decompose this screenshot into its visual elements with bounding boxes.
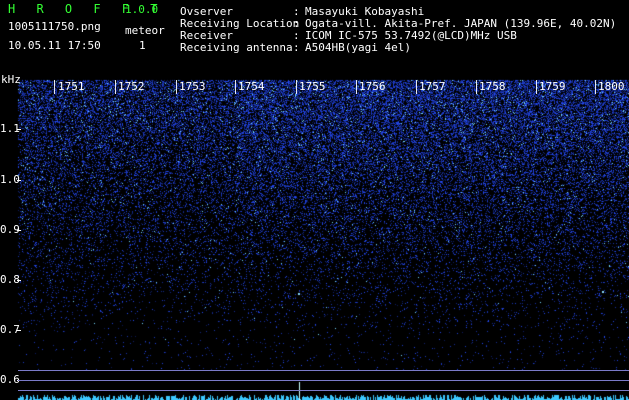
- freq-tick: [17, 230, 21, 231]
- time-label-1759: 1759: [539, 80, 566, 93]
- freq-tick: [17, 280, 21, 281]
- time-tick: [115, 80, 116, 94]
- time-label-1758: 1758: [479, 80, 506, 93]
- file-name: 1005111750.png: [8, 20, 101, 33]
- meteor-count: 1: [139, 39, 146, 52]
- time-label-1757: 1757: [419, 80, 446, 93]
- freq-unit-label: kHz: [1, 73, 21, 86]
- time-label-1756: 1756: [359, 80, 386, 93]
- time-label-1751: 1751: [58, 80, 85, 93]
- time-tick: [476, 80, 477, 94]
- antenna-separator: :: [293, 41, 300, 54]
- antenna-value: A504HB(yagi 4el): [305, 41, 411, 54]
- time-label-1752: 1752: [118, 80, 145, 93]
- time-tick: [176, 80, 177, 94]
- reference-line-lower: [18, 390, 629, 391]
- app-version: 1.0.0: [125, 3, 159, 16]
- hroft-window: H R O F F T 1.0.0 1005111750.png meteor …: [0, 0, 629, 400]
- freq-tick: [17, 129, 21, 130]
- time-tick: [416, 80, 417, 94]
- spectrogram-canvas: [0, 0, 629, 400]
- time-tick: [356, 80, 357, 94]
- time-tick: [595, 80, 596, 94]
- reference-line-upper: [18, 370, 629, 371]
- time-tick: [296, 80, 297, 94]
- freq-tick: [17, 180, 21, 181]
- meteor-label: meteor: [125, 24, 165, 37]
- timestamp: 10.05.11 17:50: [8, 39, 101, 52]
- time-label-1755: 1755: [299, 80, 326, 93]
- antenna-label: Receiving antenna: [180, 41, 293, 54]
- freq-tick: [17, 330, 21, 331]
- reference-line-middle: [18, 380, 629, 381]
- time-label-1754: 1754: [238, 80, 265, 93]
- time-label-1753: 1753: [179, 80, 206, 93]
- time-tick: [54, 80, 55, 94]
- time-tick: [235, 80, 236, 94]
- time-tick: [536, 80, 537, 94]
- time-label-1800: 1800: [598, 80, 625, 93]
